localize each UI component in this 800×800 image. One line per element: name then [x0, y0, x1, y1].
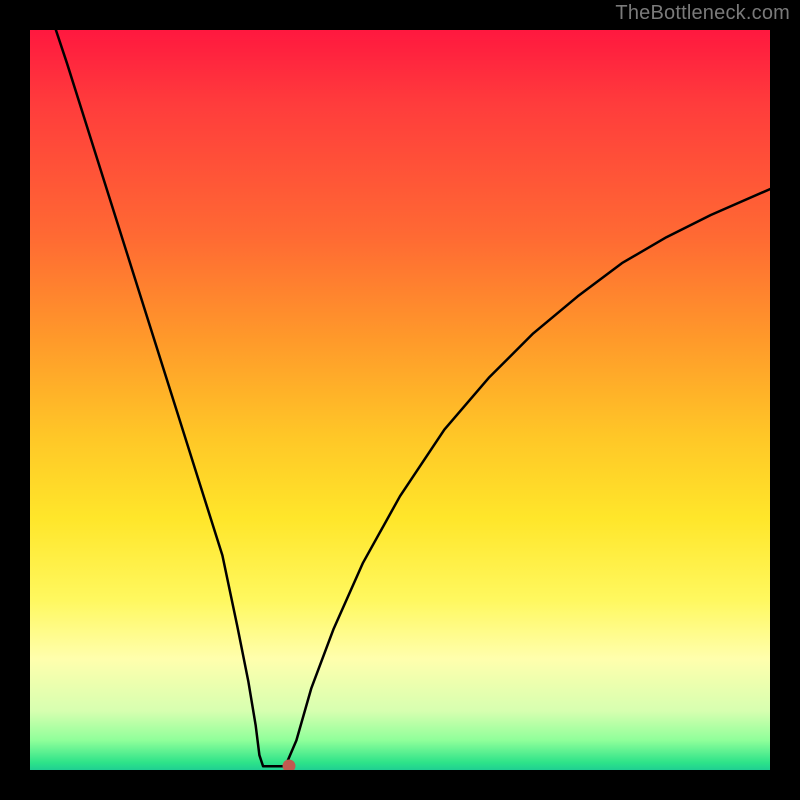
chart-container: TheBottleneck.com	[0, 0, 800, 800]
valley-marker	[283, 760, 296, 770]
plot-area	[30, 30, 770, 770]
curve-line	[56, 30, 770, 766]
chart-curve	[30, 30, 770, 770]
watermark-text: TheBottleneck.com	[615, 2, 790, 25]
